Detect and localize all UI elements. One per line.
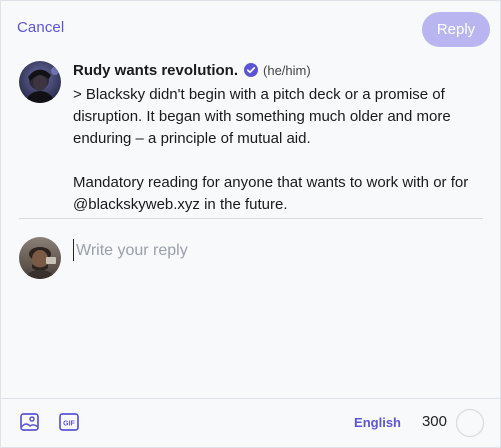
character-counter: 300 [421, 413, 447, 430]
dialog-header: Cancel Reply [1, 1, 500, 59]
gif-icon[interactable]: GIF [59, 412, 79, 432]
post-body: Rudy wants revolution. (he/him) > Blacks… [73, 59, 472, 216]
post-paragraph: Mandatory reading for anyone that wants … [73, 174, 469, 213]
language-selector[interactable]: English [354, 415, 401, 430]
character-progress-ring [455, 408, 485, 438]
verified-check-icon [244, 63, 259, 77]
image-icon[interactable] [19, 412, 39, 432]
reply-dialog: Cancel Reply Rudy wants revolution. (he/… [0, 0, 501, 448]
composer-toolbar: GIF English 300 [1, 398, 500, 447]
reply-input[interactable] [73, 238, 482, 264]
author-avatar [19, 61, 61, 103]
reply-composer [19, 235, 482, 395]
author-pronouns: (he/him) [263, 62, 311, 78]
divider [19, 218, 483, 219]
post-text: > Blacksky didn't begin with a pitch dec… [73, 84, 472, 216]
quoted-post: Rudy wants revolution. (he/him) > Blacks… [19, 59, 472, 213]
post-header: Rudy wants revolution. (he/him) [73, 59, 472, 81]
cancel-button[interactable]: Cancel [17, 19, 64, 36]
reply-button[interactable]: Reply [422, 12, 490, 47]
gif-label: GIF [63, 420, 75, 427]
text-cursor [73, 239, 74, 261]
user-avatar [19, 237, 61, 279]
author-name[interactable]: Rudy wants revolution. [73, 62, 238, 79]
post-paragraph: > Blacksky didn't begin with a pitch dec… [73, 86, 451, 147]
